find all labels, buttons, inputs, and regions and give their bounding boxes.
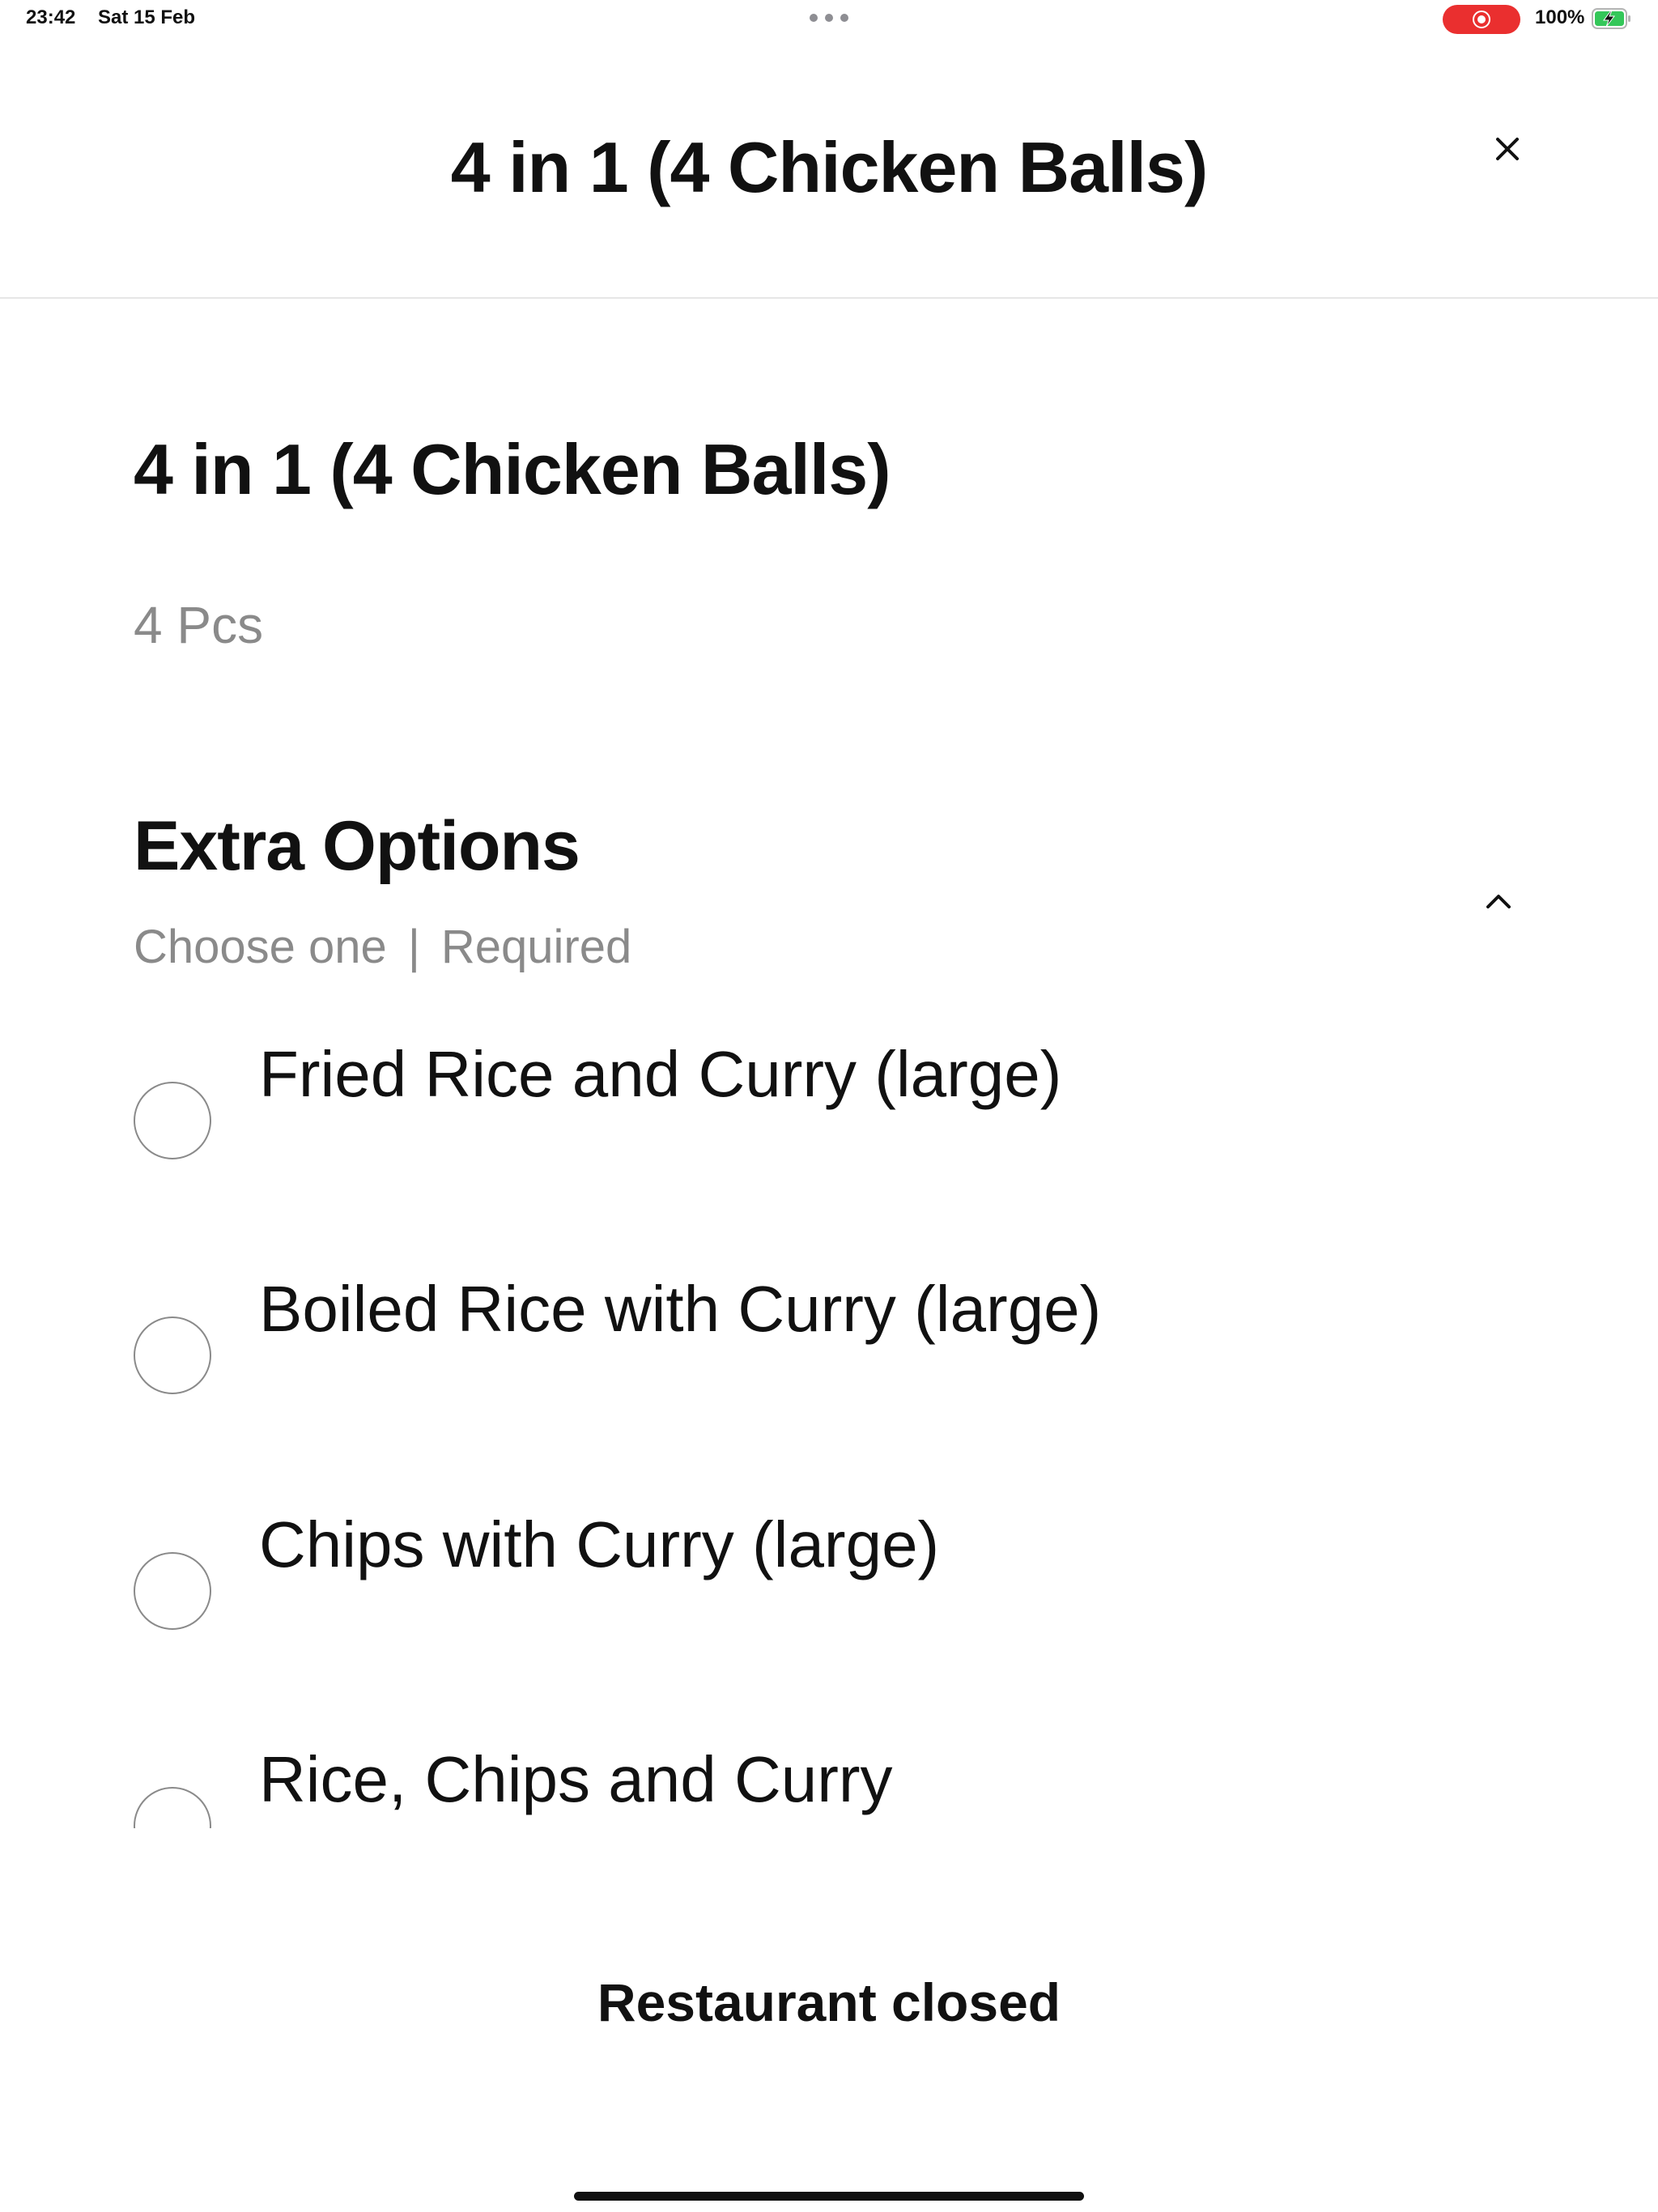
- required-label: Required: [440, 921, 632, 973]
- multitasking-dots-icon[interactable]: [810, 14, 848, 22]
- battery-percent: 100%: [1535, 6, 1585, 28]
- option-label: Boiled Rice with Curry (large): [259, 1273, 1102, 1345]
- option-label: Fried Rice and Curry (large): [259, 1038, 1062, 1110]
- radio-button[interactable]: [134, 1787, 211, 1828]
- option-row[interactable]: Rice, Chips and Curry: [134, 1737, 1348, 1828]
- radio-button[interactable]: [134, 1552, 211, 1630]
- radio-button[interactable]: [134, 1082, 211, 1159]
- extra-options-subtitle: Choose one | Required: [134, 915, 631, 980]
- screen-recording-icon[interactable]: [1443, 5, 1520, 34]
- status-time: 23:42: [26, 6, 76, 28]
- extra-options-title: Extra Options: [134, 807, 580, 885]
- status-bar: 23:42 Sat 15 Feb 100%: [0, 0, 1658, 40]
- restaurant-status: Restaurant closed: [597, 1972, 1061, 2032]
- choose-one-label: Choose one: [134, 921, 387, 973]
- options-list[interactable]: Fried Rice and Curry (large) Boiled Rice…: [0, 1028, 1658, 1828]
- collapse-section-button[interactable]: [1478, 881, 1519, 921]
- header-title: 4 in 1 (4 Chicken Balls): [450, 127, 1209, 207]
- chevron-up-icon: [1486, 895, 1511, 908]
- option-row[interactable]: Chips with Curry (large): [134, 1502, 1348, 1696]
- home-indicator[interactable]: [574, 2192, 1084, 2201]
- close-icon: [1496, 138, 1519, 160]
- option-row[interactable]: Boiled Rice with Curry (large): [134, 1266, 1348, 1461]
- option-row[interactable]: Fried Rice and Curry (large): [134, 1032, 1348, 1226]
- modal-header: 4 in 1 (4 Chicken Balls): [0, 40, 1658, 299]
- status-date: Sat 15 Feb: [98, 6, 196, 28]
- battery-charging-icon: [1592, 8, 1630, 29]
- close-button[interactable]: [1488, 130, 1527, 168]
- option-label: Rice, Chips and Curry: [259, 1743, 893, 1815]
- item-title: 4 in 1 (4 Chicken Balls): [134, 429, 891, 509]
- radio-button[interactable]: [134, 1317, 211, 1394]
- subtitle-separator: |: [407, 921, 420, 973]
- option-label: Chips with Curry (large): [259, 1508, 940, 1580]
- item-description: 4 Pcs: [134, 596, 264, 654]
